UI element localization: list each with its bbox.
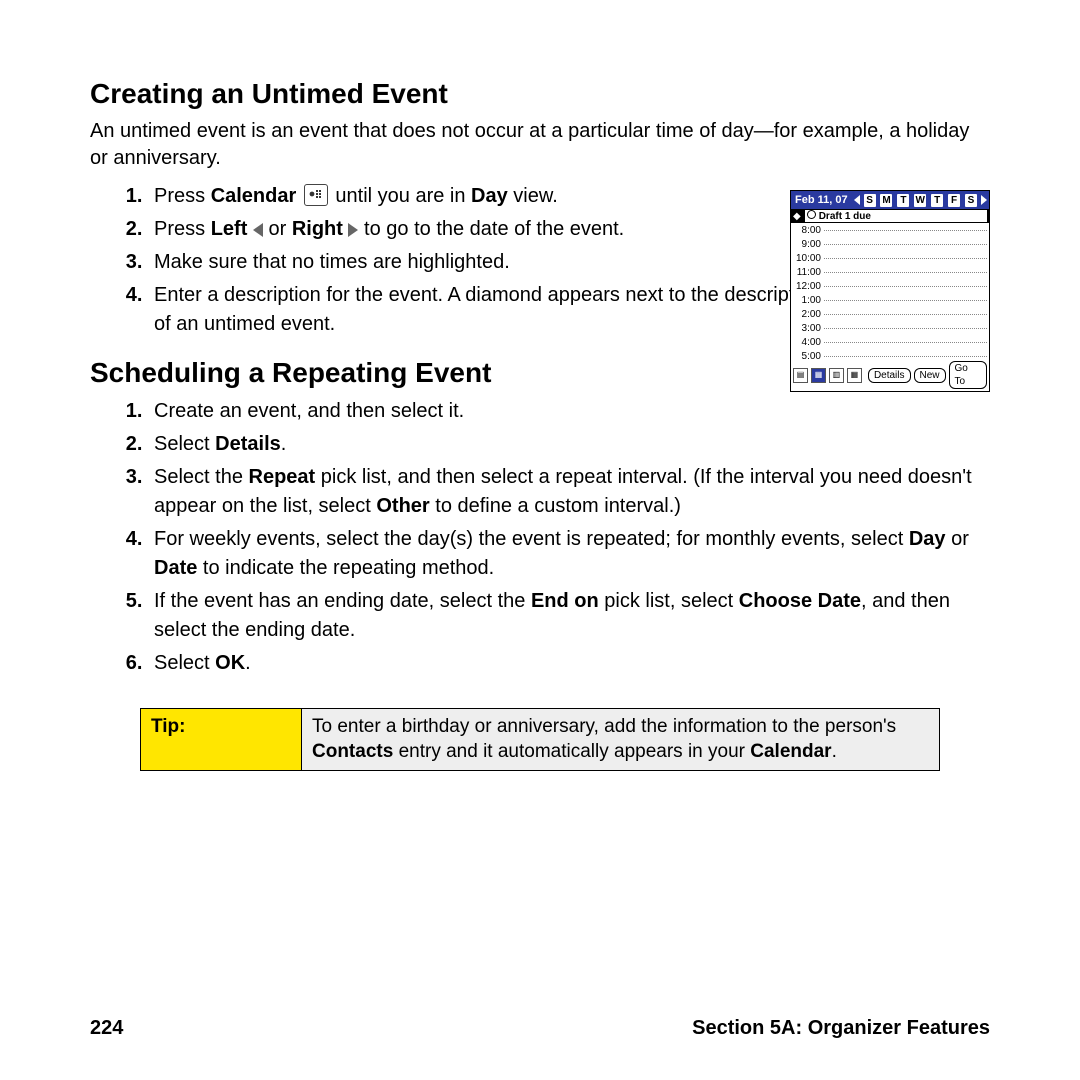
device-month-view-icon: ▦ [847,368,862,383]
heading-untimed-event: Creating an Untimed Event [90,78,990,110]
page-number: 224 [90,1017,123,1040]
steps-untimed-event: Press Calendar until you are in Day view… [90,182,828,339]
rstep-6: Select OK. [148,649,990,678]
device-week-view-icon: ▥ [829,368,844,383]
device-hours: 8:00 9:00 10:00 11:00 12:00 1:00 2:00 3:… [791,223,989,363]
device-untimed-row: ◆ Draft 1 due [791,209,989,223]
right-arrow-icon [348,223,358,237]
tip-label: Tip: [141,709,302,770]
device-day-view-icon: ▦ [811,368,826,383]
left-arrow-icon [253,223,263,237]
step-4: Enter a description for the event. A dia… [148,281,828,339]
rstep-1: Create an event, and then select it. [148,397,990,426]
tip-box: Tip: To enter a birthday or anniversary,… [140,708,940,771]
device-prev-icon [854,195,860,205]
device-details-button: Details [868,368,911,383]
page-footer: 224 Section 5A: Organizer Features [90,1017,990,1040]
intro-paragraph: An untimed event is an event that does n… [90,118,990,172]
device-goto-button: Go To [949,361,987,389]
device-footer: ▤ ▦ ▥ ▦ Details New Go To [793,361,987,389]
calendar-day-view-screenshot: Feb 11, 07 S M T W T F S ◆ Draft 1 due 8… [790,190,990,392]
device-date: Feb 11, 07 [791,194,852,206]
device-agenda-view-icon: ▤ [793,368,808,383]
tip-body: To enter a birthday or anniversary, add … [302,709,939,770]
step-2: Press Left or Right to go to the date of… [148,215,828,244]
diamond-icon: ◆ [793,211,801,222]
step-3: Make sure that no times are highlighted. [148,248,828,277]
device-header: Feb 11, 07 S M T W T F S [791,191,989,209]
rstep-4: For weekly events, select the day(s) the… [148,525,990,583]
rstep-3: Select the Repeat pick list, and then se… [148,463,990,521]
rstep-2: Select Details. [148,430,990,459]
step-1: Press Calendar until you are in Day view… [148,182,828,211]
section-title: Section 5A: Organizer Features [692,1017,990,1040]
steps-repeating-event: Create an event, and then select it. Sel… [90,397,990,678]
device-next-icon [981,195,987,205]
calendar-button-icon [304,184,328,206]
rstep-5: If the event has an ending date, select … [148,587,990,645]
device-week-days: S M T W T F S [864,194,977,207]
device-new-button: New [914,368,946,383]
ring-icon [807,210,816,219]
